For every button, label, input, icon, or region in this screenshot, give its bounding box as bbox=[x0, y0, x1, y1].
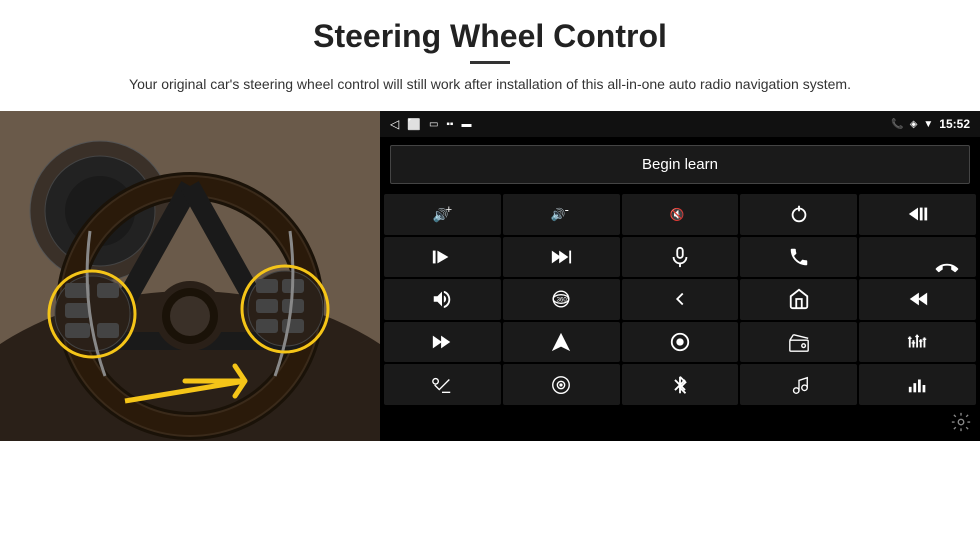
vol-down-button[interactable]: 🔊- bbox=[503, 194, 620, 235]
settings-bar bbox=[380, 409, 980, 441]
mute-button[interactable]: 🔇 bbox=[622, 194, 739, 235]
eq-button[interactable] bbox=[859, 322, 976, 363]
android-panel: ◁ ⬜ ▭ ▪▪ ▬ 📞 ◈ ▼ 15:52 Begin learn bbox=[380, 111, 980, 441]
ff-button[interactable] bbox=[384, 322, 501, 363]
prev-track-button[interactable] bbox=[859, 194, 976, 235]
camera-button[interactable] bbox=[503, 364, 620, 405]
header-divider bbox=[470, 61, 510, 64]
360-button[interactable]: 360° bbox=[503, 279, 620, 320]
wifi-status-icon: ▼ bbox=[923, 119, 933, 130]
power-button[interactable] bbox=[740, 194, 857, 235]
page-title: Steering Wheel Control bbox=[60, 18, 920, 55]
hang-up-button[interactable] bbox=[859, 237, 976, 278]
status-left: ◁ ⬜ ▭ ▪▪ ▬ bbox=[390, 117, 471, 131]
header-description: Your original car's steering wheel contr… bbox=[100, 74, 880, 95]
steering-bg bbox=[0, 111, 380, 441]
phone-status-icon: 📞 bbox=[891, 119, 903, 130]
svg-text:-: - bbox=[565, 203, 569, 217]
steering-wheel-image bbox=[0, 111, 380, 441]
mic-button[interactable] bbox=[622, 237, 739, 278]
svg-text:🔊: 🔊 bbox=[551, 207, 566, 222]
back-nav-icon[interactable]: ◁ bbox=[390, 117, 399, 131]
music-button[interactable] bbox=[740, 364, 857, 405]
location-status-icon: ◈ bbox=[910, 119, 918, 130]
signal-icon: ▪▪ bbox=[446, 119, 453, 130]
page-wrapper: Steering Wheel Control Your original car… bbox=[0, 0, 980, 548]
content-row: ◁ ⬜ ▭ ▪▪ ▬ 📞 ◈ ▼ 15:52 Begin learn bbox=[0, 111, 980, 548]
home-button[interactable] bbox=[740, 279, 857, 320]
spectrum-button[interactable] bbox=[859, 364, 976, 405]
recents-nav-icon[interactable]: ▭ bbox=[429, 119, 438, 130]
back-button[interactable] bbox=[622, 279, 739, 320]
begin-learn-button[interactable]: Begin learn bbox=[390, 145, 970, 184]
status-time: 15:52 bbox=[939, 117, 970, 131]
radio-button[interactable] bbox=[740, 322, 857, 363]
svg-text:+: + bbox=[446, 204, 452, 216]
media-button[interactable] bbox=[622, 322, 739, 363]
bluetooth-button[interactable] bbox=[622, 364, 739, 405]
settings-icon[interactable] bbox=[950, 411, 972, 439]
voice-button[interactable] bbox=[384, 364, 501, 405]
begin-learn-row: Begin learn bbox=[380, 137, 980, 192]
header: Steering Wheel Control Your original car… bbox=[0, 0, 980, 103]
nav-button[interactable] bbox=[503, 322, 620, 363]
svg-text:🔇: 🔇 bbox=[670, 208, 685, 222]
status-right: 📞 ◈ ▼ 15:52 bbox=[891, 117, 970, 131]
controls-grid: 🔊+ 🔊- 🔇 bbox=[380, 192, 980, 409]
next-button[interactable] bbox=[384, 237, 501, 278]
battery-icon: ▬ bbox=[461, 119, 471, 130]
speaker-button[interactable] bbox=[384, 279, 501, 320]
status-bar: ◁ ⬜ ▭ ▪▪ ▬ 📞 ◈ ▼ 15:52 bbox=[380, 111, 980, 137]
phone-button[interactable] bbox=[740, 237, 857, 278]
vol-up-button[interactable]: 🔊+ bbox=[384, 194, 501, 235]
rew-button[interactable] bbox=[859, 279, 976, 320]
svg-text:360°: 360° bbox=[557, 298, 570, 304]
home-nav-icon[interactable]: ⬜ bbox=[407, 118, 421, 131]
skip-fwd-button[interactable] bbox=[503, 237, 620, 278]
